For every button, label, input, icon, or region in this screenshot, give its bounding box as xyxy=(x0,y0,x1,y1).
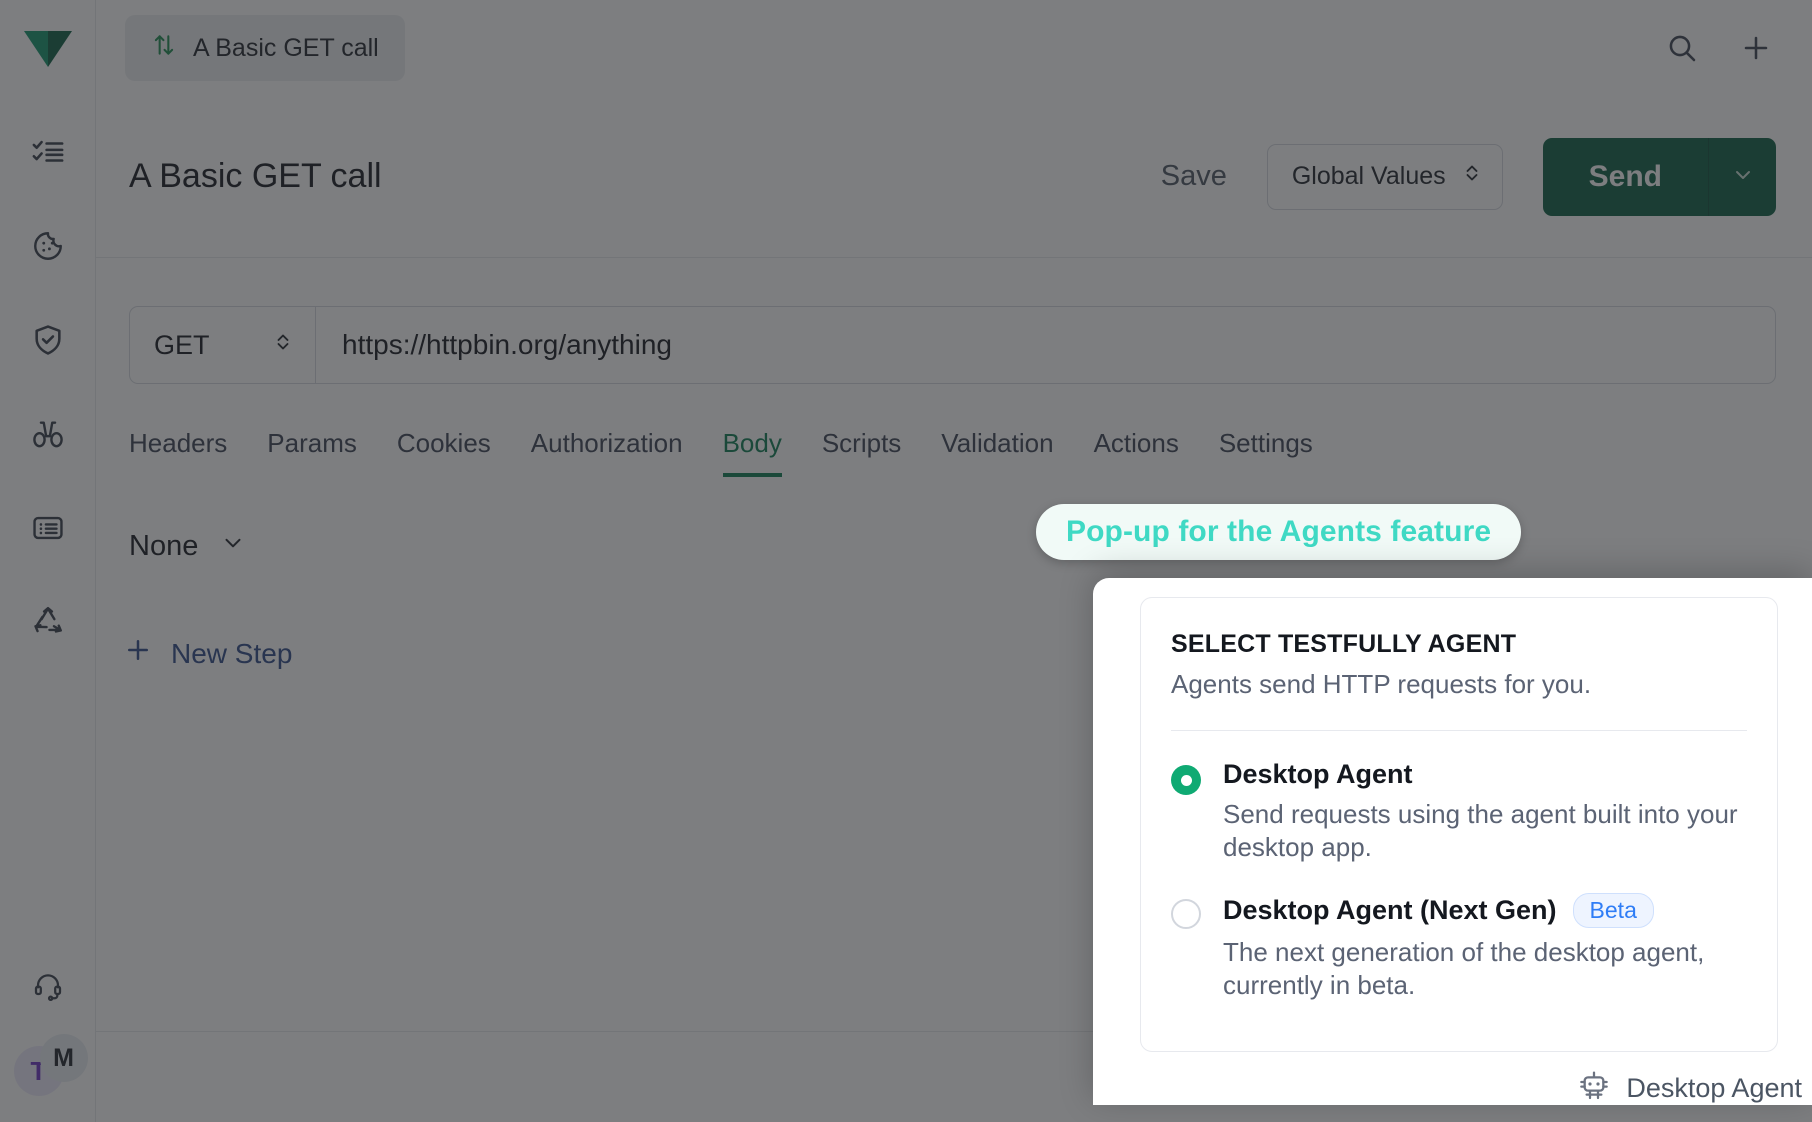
environment-selector-label: Global Values xyxy=(1291,162,1446,190)
top-bar-actions xyxy=(1662,28,1812,68)
body-type-label: None xyxy=(129,529,199,562)
beta-badge: Beta xyxy=(1572,892,1654,928)
url-input[interactable] xyxy=(316,307,1775,383)
agent-option-head: Desktop Agent (Next Gen) Beta xyxy=(1223,892,1747,928)
sidebar-item-security[interactable] xyxy=(28,320,68,360)
save-button[interactable]: Save xyxy=(1161,160,1227,193)
sidebar-item-monitors[interactable] xyxy=(28,414,68,454)
agent-popup-title: SELECT TESTFULLY AGENT xyxy=(1171,630,1517,658)
sidebar-footer: T M xyxy=(12,966,88,1122)
agent-option-description: The next generation of the desktop agent… xyxy=(1223,936,1705,1000)
request-tabs: Headers Params Cookies Authorization Bod… xyxy=(129,428,1776,477)
avatar-group[interactable]: T M xyxy=(12,1034,88,1096)
agent-option-body: Desktop Agent Send requests using the ag… xyxy=(1223,759,1747,865)
robot-icon xyxy=(1578,1070,1610,1107)
agent-option-label: Desktop Agent (Next Gen) xyxy=(1223,894,1557,925)
divider xyxy=(1171,730,1747,731)
agent-popup-footer-label: Desktop Agent xyxy=(1626,1072,1802,1103)
agent-popup-card: SELECT TESTFULLY AGENT Agents send HTTP … xyxy=(1140,597,1778,1052)
send-button[interactable]: Send xyxy=(1542,137,1708,216)
chevron-up-down-icon xyxy=(1462,161,1482,192)
tab-settings[interactable]: Settings xyxy=(1219,428,1313,477)
plus-icon[interactable] xyxy=(1736,28,1776,68)
app-window: T M A Basic GET call A Basic GET call Sa… xyxy=(0,0,1812,1122)
sidebar-item-cookies[interactable] xyxy=(28,226,68,266)
send-options-button[interactable] xyxy=(1708,137,1776,216)
agent-option-desktop[interactable]: Desktop Agent Send requests using the ag… xyxy=(1171,759,1747,865)
request-header-actions: Save Global Values Send xyxy=(1161,137,1776,216)
page-title: A Basic GET call xyxy=(129,157,382,195)
agent-option-head: Desktop Agent xyxy=(1223,759,1747,790)
up-down-arrows-icon xyxy=(151,32,177,65)
chevron-down-icon xyxy=(1731,162,1755,191)
method-selector-label: GET xyxy=(154,329,210,360)
sidebar-nav xyxy=(28,132,68,642)
new-step-label: New Step xyxy=(171,637,293,669)
tab-authorization[interactable]: Authorization xyxy=(531,428,683,477)
left-sidebar: T M xyxy=(0,0,96,1122)
agent-option-label: Desktop Agent xyxy=(1223,759,1413,789)
method-selector[interactable]: GET xyxy=(130,307,316,383)
agent-popup-footer[interactable]: Desktop Agent xyxy=(1140,1052,1812,1122)
tab-params[interactable]: Params xyxy=(267,428,357,477)
headset-icon[interactable] xyxy=(28,966,68,1006)
body-type-selector[interactable]: None xyxy=(129,529,1812,563)
agent-popup: SELECT TESTFULLY AGENT Agents send HTTP … xyxy=(1093,578,1812,1105)
tab-cookies[interactable]: Cookies xyxy=(397,428,491,477)
request-header: A Basic GET call Save Global Values Send xyxy=(96,96,1812,258)
tab-headers[interactable]: Headers xyxy=(129,428,227,477)
tab-validation[interactable]: Validation xyxy=(941,428,1053,477)
sidebar-item-sync[interactable] xyxy=(28,602,68,642)
sidebar-item-requests[interactable] xyxy=(28,132,68,172)
agent-popup-subtitle: Agents send HTTP requests for you. xyxy=(1171,669,1592,699)
search-icon[interactable] xyxy=(1662,28,1702,68)
tab-body[interactable]: Body xyxy=(722,428,782,477)
plus-icon xyxy=(123,635,153,672)
agent-option-body: Desktop Agent (Next Gen) Beta The next g… xyxy=(1223,892,1747,1003)
agent-option-desktop-nextgen[interactable]: Desktop Agent (Next Gen) Beta The next g… xyxy=(1171,892,1747,1003)
environment-selector[interactable]: Global Values xyxy=(1266,143,1503,210)
open-request-tab[interactable]: A Basic GET call xyxy=(125,15,405,81)
agent-option-description: Send requests using the agent built into… xyxy=(1223,799,1738,863)
chevron-down-icon xyxy=(220,529,246,563)
radio-desktop-agent[interactable] xyxy=(1171,765,1201,795)
avatar-user[interactable]: M xyxy=(39,1034,88,1082)
sidebar-item-environments[interactable] xyxy=(28,508,68,548)
open-request-tab-label: A Basic GET call xyxy=(193,33,379,62)
testfully-logo[interactable] xyxy=(21,22,75,76)
callout-text: Pop-up for the Agents feature xyxy=(1066,515,1492,548)
chevron-up-down-icon xyxy=(273,330,293,361)
radio-desktop-agent-next-gen[interactable] xyxy=(1171,898,1201,929)
tab-scripts[interactable]: Scripts xyxy=(822,428,901,477)
tab-actions[interactable]: Actions xyxy=(1094,428,1179,477)
url-bar: GET xyxy=(129,306,1776,384)
callout-label: Pop-up for the Agents feature xyxy=(1036,504,1522,560)
top-bar: A Basic GET call xyxy=(96,0,1812,96)
send-button-group: Send xyxy=(1542,137,1776,216)
